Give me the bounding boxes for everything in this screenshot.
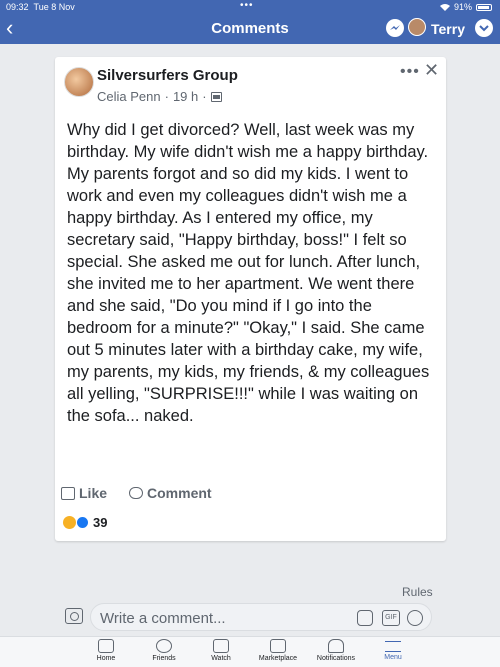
top-bar: 09:32 Tue 8 Nov ••• 91% ‹ Comments Terry <box>0 0 500 44</box>
post-meta: Celia Penn · 19 h · <box>97 89 222 104</box>
like-button[interactable]: Like <box>61 485 107 501</box>
emoji-icon[interactable] <box>407 610 423 626</box>
privacy-icon <box>210 91 222 102</box>
close-icon[interactable]: ✕ <box>424 60 439 81</box>
battery-percent: 91% <box>453 2 472 12</box>
group-name[interactable]: Silversurfers Group <box>97 67 238 84</box>
group-avatar[interactable] <box>64 67 94 97</box>
chevron-down-icon[interactable] <box>475 19 493 37</box>
reaction-summary[interactable]: 39 <box>63 515 107 530</box>
home-icon <box>98 639 114 653</box>
post-card: Silversurfers Group Celia Penn · 19 h · … <box>55 57 446 541</box>
rules-link[interactable]: Rules <box>402 585 433 599</box>
reaction-count: 39 <box>93 515 108 530</box>
battery-icon <box>476 3 492 11</box>
friends-icon <box>156 639 172 653</box>
more-options-icon[interactable]: ••• <box>400 63 420 81</box>
user-name[interactable]: Terry <box>431 21 465 37</box>
bell-icon <box>328 639 344 653</box>
gif-icon[interactable]: GIF <box>382 610 400 626</box>
camera-icon[interactable] <box>65 608 83 624</box>
sticker-icon[interactable] <box>357 610 373 626</box>
haha-reaction-icon <box>63 516 76 529</box>
watch-icon <box>213 639 229 653</box>
status-time: 09:32 Tue 8 Nov <box>6 2 75 12</box>
thumbs-up-icon <box>61 486 75 500</box>
author-name[interactable]: Celia Penn <box>97 89 161 104</box>
avatar[interactable] <box>408 18 426 36</box>
comment-box: GIF <box>90 603 432 631</box>
menu-icon <box>385 641 401 652</box>
comment-input[interactable] <box>100 608 350 628</box>
post-actions: Like Comment <box>61 485 212 501</box>
like-label: Like <box>79 485 108 501</box>
status-bar: 09:32 Tue 8 Nov ••• 91% <box>0 0 500 14</box>
tab-bar: Home Friends Watch Marketplace Notificat… <box>0 636 500 667</box>
comment-label: Comment <box>147 485 212 501</box>
like-reaction-icon <box>76 516 89 529</box>
tab-menu[interactable]: Menu <box>358 639 428 661</box>
comment-bubble-icon <box>129 487 144 499</box>
multitask-dots[interactable]: ••• <box>240 0 254 11</box>
comment-button[interactable]: Comment <box>129 485 212 501</box>
messenger-icon[interactable] <box>386 19 404 37</box>
nav-bar: ‹ Comments Terry <box>0 14 500 44</box>
wifi-icon <box>439 3 450 11</box>
post-text: Why did I get divorced? Well, last week … <box>67 121 430 425</box>
status-right: 91% <box>439 2 492 12</box>
marketplace-icon <box>270 639 286 653</box>
post-time[interactable]: 19 h <box>173 89 198 104</box>
